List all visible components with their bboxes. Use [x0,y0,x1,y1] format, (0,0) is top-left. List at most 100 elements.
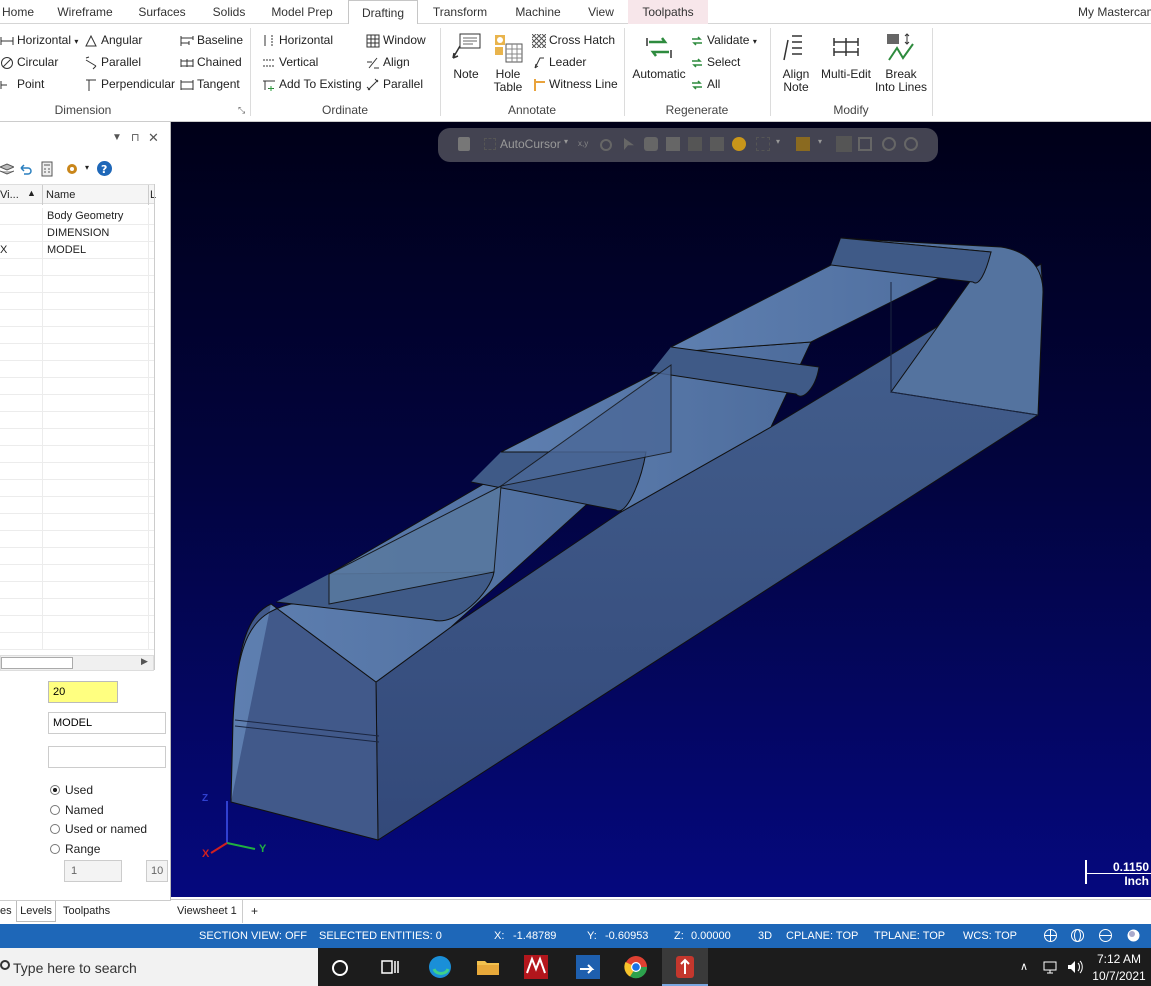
section-view-status[interactable]: SECTION VIEW: OFF [199,930,307,942]
help-icon[interactable]: ? [96,160,113,177]
layers-icon[interactable] [0,162,14,176]
radio-used-or-named[interactable]: Used or named [50,822,147,836]
tab-transform[interactable]: Transform [428,0,492,24]
dialog-launcher-icon[interactable]: ⤡ [238,105,245,116]
file-explorer-icon[interactable] [474,953,502,981]
wireframe-sphere-icon[interactable] [1070,928,1085,943]
radio-named[interactable]: Named [50,803,104,817]
dim-circular-button[interactable]: Circular [0,52,58,72]
clock-date[interactable]: 10/7/2021 [1090,969,1148,983]
break-into-lines-button[interactable]: Break Into Lines [874,32,928,94]
dim-horizontal-button[interactable]: Horizontal ▾ [0,30,78,50]
tab-levels[interactable]: Levels [16,901,56,922]
align-note-button[interactable]: Align Note [776,32,816,94]
tab-wireframe[interactable]: Wireframe [52,0,118,24]
empty-row [0,310,154,327]
tab-toolpaths[interactable]: Toolpaths [628,0,708,24]
solid-sphere-icon[interactable] [1126,928,1141,943]
dim-angular-button[interactable]: Angular [84,30,142,50]
cross-hatch-button[interactable]: Cross Hatch [532,30,615,50]
level-name-field[interactable] [48,712,166,734]
sort-up-icon[interactable]: ▲ [27,188,36,198]
dim-parallel-button[interactable]: Parallel [84,52,141,72]
chevron-down-icon[interactable]: ▾ [74,37,78,46]
ord-window-button[interactable]: Window [366,30,426,50]
edge-browser-icon[interactable] [426,953,454,981]
taskbar-search-box[interactable]: Type here to search [0,948,318,986]
dim-baseline-button[interactable]: Baseline [180,30,243,50]
column-visible-header[interactable]: Vi... [0,189,19,201]
ord-parallel-button[interactable]: Parallel [366,74,423,94]
cplane-status[interactable]: CPLANE: TOP [786,930,858,942]
table-row[interactable]: X MODEL [0,242,154,259]
tab-machine[interactable]: Machine [508,0,568,24]
dim-point-button[interactable]: Point [0,74,44,94]
undo-icon[interactable] [18,162,32,176]
tab-planes[interactable]: es [0,905,12,917]
scrollbar-thumb[interactable] [1,657,73,669]
scroll-right-icon[interactable]: ▶ [141,656,148,667]
range-from-field[interactable] [64,860,122,882]
wcs-status[interactable]: WCS: TOP [963,930,1017,942]
graphics-viewport[interactable]: AutoCursor ▾ x,y ▾ ▾ Z Y X 0.1150 Inch [171,122,1151,897]
tab-model-prep[interactable]: Model Prep [266,0,338,24]
tab-surfaces[interactable]: Surfaces [134,0,190,24]
tplane-status[interactable]: TPLANE: TOP [874,930,945,942]
mastercam-tool-icon[interactable] [574,953,602,981]
view-mode-status[interactable]: 3D [758,930,772,942]
radio-used[interactable]: Used [50,783,93,797]
shaded-sphere-icon[interactable] [1098,928,1113,943]
dim-tangent-button[interactable]: Tangent [180,74,240,94]
add-viewsheet-button[interactable]: + [251,904,258,918]
ord-vertical-button[interactable]: Vertical [262,52,318,72]
automatic-button[interactable]: Automatic [630,32,688,81]
radio-range[interactable]: Range [50,842,100,856]
table-row[interactable]: DIMENSION [0,225,154,242]
pin-icon[interactable]: ⊓ [131,131,140,144]
witness-line-button[interactable]: Witness Line [532,74,618,94]
active-app-highlight[interactable] [662,948,708,986]
task-view-icon[interactable] [376,953,404,981]
dim-chained-button[interactable]: Chained [180,52,242,72]
cortana-icon[interactable] [332,960,348,976]
calculator-icon[interactable] [40,161,54,177]
gear-icon[interactable] [64,161,80,177]
tab-panel-toolpaths[interactable]: Toolpaths [63,905,110,917]
range-to-field[interactable] [146,860,168,882]
chevron-down-icon[interactable]: ▾ [85,163,89,172]
tab-solids[interactable]: Solids [206,0,252,24]
show-hidden-icons-chevron-icon[interactable]: ∧ [1020,960,1028,973]
tab-drafting[interactable]: Drafting [348,0,418,25]
account-label[interactable]: My Mastercam [1078,0,1151,24]
tab-home[interactable]: Home [0,0,36,24]
volume-icon[interactable] [1066,959,1084,975]
regen-select-button[interactable]: Select [690,52,740,72]
mastercam-2020-icon[interactable] [522,953,550,981]
clock-time[interactable]: 7:12 AM [1094,952,1144,966]
levels-table-header: Vi... ▲ Name L [0,184,156,205]
tab-view[interactable]: View [582,0,620,24]
ord-align-button[interactable]: Align [366,52,410,72]
viewsheet-tab[interactable]: Viewsheet 1 [171,900,243,923]
chevron-down-icon[interactable]: ▾ [753,37,757,46]
horizontal-scrollbar[interactable]: ▶ [0,655,154,671]
table-row[interactable]: Body Geometry [0,208,154,225]
leader-button[interactable]: Leader [532,52,586,72]
network-icon[interactable] [1042,960,1060,974]
note-button[interactable]: Note [448,32,484,81]
level-set-field[interactable] [48,746,166,768]
hole-table-button[interactable]: Hole Table [490,32,526,94]
solid-model[interactable] [171,122,1151,897]
ord-add-to-existing-button[interactable]: Add To Existing [262,74,362,94]
ord-horizontal-button[interactable]: Horizontal [262,30,333,50]
multi-edit-button[interactable]: Multi-Edit [818,32,874,81]
panel-dropdown-icon[interactable]: ▼ [112,132,122,143]
chrome-browser-icon[interactable] [622,953,650,981]
level-number-field[interactable] [48,681,118,703]
regen-all-button[interactable]: All [690,74,720,94]
dim-perpendicular-button[interactable]: Perpendicular [84,74,175,94]
validate-button[interactable]: Validate ▾ [690,30,757,50]
close-icon[interactable]: ✕ [148,130,159,146]
globe-icon[interactable] [1043,928,1058,943]
column-name-header[interactable]: Name [46,189,75,201]
